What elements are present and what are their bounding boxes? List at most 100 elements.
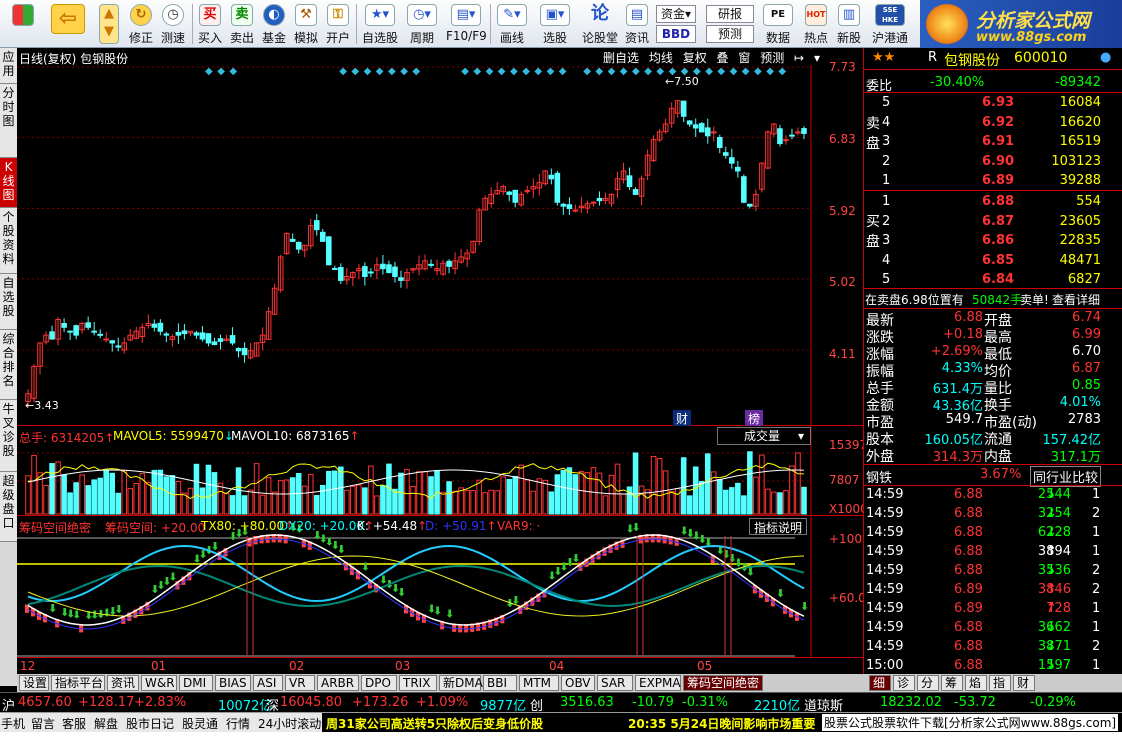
fix-button[interactable]: ↻ 修正 <box>126 2 156 46</box>
ma-button[interactable]: 均线 <box>649 51 673 65</box>
volume-bar <box>85 485 91 515</box>
signal-diamond-icon: ◆ <box>364 66 372 77</box>
speedtest-button[interactable]: ◷ 测速 <box>158 2 188 46</box>
tab-kline[interactable]: K线图 <box>0 158 17 208</box>
fund-button[interactable]: ◐ 基金 <box>260 2 288 46</box>
tab-indicator[interactable]: BBI <box>483 675 517 691</box>
forecast-button[interactable]: 预测 <box>760 51 784 65</box>
tab-indicator[interactable]: MTM <box>519 675 559 691</box>
bbd-button[interactable]: BBD <box>656 25 696 43</box>
tab-indicator[interactable]: 新DMA <box>439 675 483 691</box>
sell-button[interactable]: 卖 卖出 <box>228 2 256 46</box>
hk-connect-button[interactable]: SSE HKE 沪港通 <box>868 2 912 46</box>
tab-quote-detail[interactable]: 分 <box>917 675 939 691</box>
tab-indicator[interactable]: 筹码空间绝密 <box>683 675 763 691</box>
tab-indicator[interactable]: VR <box>285 675 315 691</box>
news-ticker[interactable]: 周31家公司高送转5只除权后变身低价股 20:35 5月24日晚间影响市场重要 … <box>322 713 1122 733</box>
tab-quote-detail[interactable]: 指 <box>989 675 1011 691</box>
news-item[interactable]: 周31家公司高送转5只除权后变身低价股 <box>326 715 543 732</box>
up-down-button[interactable]: ▲ ▼ <box>96 2 122 46</box>
simulate-button[interactable]: ⚒ 模拟 <box>292 2 320 46</box>
ipo-button[interactable]: ▥ 新股 <box>834 2 864 46</box>
tick-price: 6.88 <box>954 525 983 540</box>
volume-combo[interactable]: 成交量 ▾ <box>717 427 811 445</box>
big-order-note[interactable]: 在卖盘6.98位置有 50842手 卖单! 查看详细 <box>864 290 1122 309</box>
tab-indicator[interactable]: EXPMA <box>635 675 681 691</box>
news-item[interactable]: 20:35 5月24日晚间影响市场重要 <box>628 715 815 732</box>
forecast-button[interactable]: 预测 <box>706 25 754 43</box>
analysis-link[interactable]: 解盘 <box>94 715 118 732</box>
tab-super-panel[interactable]: 超级盘口 <box>0 472 17 542</box>
industry-compare-button[interactable]: 同行业比较 <box>1030 466 1102 487</box>
hot-button[interactable]: HOT 热点 <box>800 2 832 46</box>
open-account-button[interactable]: ⚿ 开户 <box>324 2 352 46</box>
indicator-pane[interactable]: ▮ ▮ ▮ ▮ ⬇ ▮ ⬇ ⬇ ⬇ ▮ ⬇ ⬇ ⬇ ⬇ ⬇ ⬇ ▮ ▮ ▮ ▮ ▮ ⬇ ⬇ ⬇ ⬇ ▮ ▮ ▮ ⬇ ⬇ ⬇ ⬇ ▮ ▮ ⬇ ⬇ ⬇ ▮ ▮ ▮… <box>17 516 873 658</box>
tab-quote-detail[interactable]: 诊 <box>893 675 915 691</box>
tab-app[interactable]: 应用 <box>0 48 17 84</box>
quote-link[interactable]: 行情 <box>226 715 250 732</box>
tab-indicator[interactable]: ASI <box>253 675 283 691</box>
sz-index[interactable]: 16045.80 <box>280 695 342 710</box>
expand-icon[interactable]: ↦ <box>794 51 804 65</box>
message-link[interactable]: 留言 <box>31 715 55 732</box>
service-link[interactable]: 客服 <box>62 715 86 732</box>
watchlist-button[interactable]: ★▾ 自选股 <box>360 2 400 46</box>
research-button[interactable]: 研报 预测 <box>706 2 754 46</box>
volume-bar <box>97 477 103 515</box>
globe-icon[interactable]: ● <box>1100 50 1111 65</box>
tab-indicator[interactable]: 设置 <box>19 675 49 691</box>
view-detail-link[interactable]: 查看详细 <box>1052 291 1100 308</box>
tab-quote-detail[interactable]: 筹 <box>941 675 963 691</box>
tab-indicator[interactable]: TRIX <box>399 675 437 691</box>
tab-indicator[interactable]: SAR <box>597 675 633 691</box>
volume-pane[interactable]: 总手: 6314205↑ MAVOL5: 5599470↓ MAVOL10: 6… <box>17 426 868 516</box>
indicator-help-button[interactable]: 指标说明 <box>749 518 808 535</box>
draw-button[interactable]: ✎▾ 画线 <box>494 2 530 46</box>
sh-index[interactable]: 4657.60 <box>18 695 72 710</box>
capital-dropdown[interactable]: 资金▾ <box>656 5 696 23</box>
tab-indicator[interactable]: ARBR <box>317 675 359 691</box>
signal-diamond-icon: ◆ <box>376 66 384 77</box>
tab-indicator[interactable]: 资讯 <box>107 675 139 691</box>
news-button[interactable]: ▤ 资讯 <box>622 2 652 46</box>
mobile-link[interactable]: 手机 <box>1 715 25 732</box>
forum-button[interactable]: 论 论股堂 <box>580 2 620 46</box>
tab-indicator[interactable]: OBV <box>561 675 595 691</box>
news-item[interactable]: 股票公式股票软件下载[分析家公式网www.88gs.com] <box>822 714 1119 731</box>
rolling-news-link[interactable]: 24小时滚动 <box>258 715 321 732</box>
dropdown-icon[interactable]: ▾ <box>814 51 820 65</box>
list-mark[interactable]: 榜 <box>745 410 764 427</box>
tab-indicator[interactable]: DPO <box>361 675 397 691</box>
tab-indicator[interactable]: DMI <box>179 675 213 691</box>
tab-indicator[interactable]: W&R <box>141 675 177 691</box>
remove-watch-button[interactable]: 删自选 <box>603 51 639 65</box>
f10-button[interactable]: ▤▾ F10/F9 <box>446 2 487 46</box>
dj-index[interactable]: 18232.02 <box>880 695 942 710</box>
tab-watchlist[interactable]: 自选股 <box>0 274 17 330</box>
tab-ranking[interactable]: 综合排名 <box>0 330 17 400</box>
tab-timeshare[interactable]: 分时图 <box>0 84 17 158</box>
finance-mark[interactable]: 财 <box>673 410 692 427</box>
tab-indicator[interactable]: 指标平台 <box>51 675 105 691</box>
home-button[interactable] <box>6 2 40 46</box>
tab-quote-detail[interactable]: 细 <box>869 675 891 691</box>
restore-button[interactable]: 复权 <box>683 51 707 65</box>
diary-link[interactable]: 股市日记 <box>126 715 174 732</box>
back-button[interactable]: ⇦ <box>48 2 88 46</box>
tab-profile[interactable]: 个股资料 <box>0 208 17 274</box>
period-button[interactable]: ◷▾ 周期 <box>404 2 440 46</box>
tab-diagnosis[interactable]: 牛叉诊股 <box>0 400 17 472</box>
tab-indicator[interactable]: BIAS <box>215 675 251 691</box>
buy-arrow-icon: ▮ <box>499 612 505 625</box>
capital-button[interactable]: 资金▾ BBD <box>656 2 696 46</box>
buy-button[interactable]: 买 买入 <box>196 2 224 46</box>
kline-pane[interactable]: ◆ ◆ ◆ ◆ ◆ ◆ ◆ ◆ ◆ ◆ ◆ ◆ ◆ ◆ ◆ ◆ ◆ ◆ ◆ ◆ ◆ ◆ ◆ ◆ ◆ ◆ ◆ ◆ ◆ ◆ ◆ ◆ ◆ ◆ ◆ ◆ 日线(… <box>17 48 863 427</box>
cy-index[interactable]: 3516.63 <box>560 695 614 710</box>
tab-quote-detail[interactable]: 财 <box>1013 675 1035 691</box>
data-button[interactable]: PE 数据 <box>760 2 796 46</box>
tab-quote-detail[interactable]: 焰 <box>965 675 987 691</box>
stock-picker-button[interactable]: ▣▾ 选股 <box>536 2 574 46</box>
gulingtong-link[interactable]: 股灵通 <box>182 715 218 732</box>
overlay-button[interactable]: 叠 <box>717 51 729 65</box>
window-button[interactable]: 窗 <box>738 51 750 65</box>
